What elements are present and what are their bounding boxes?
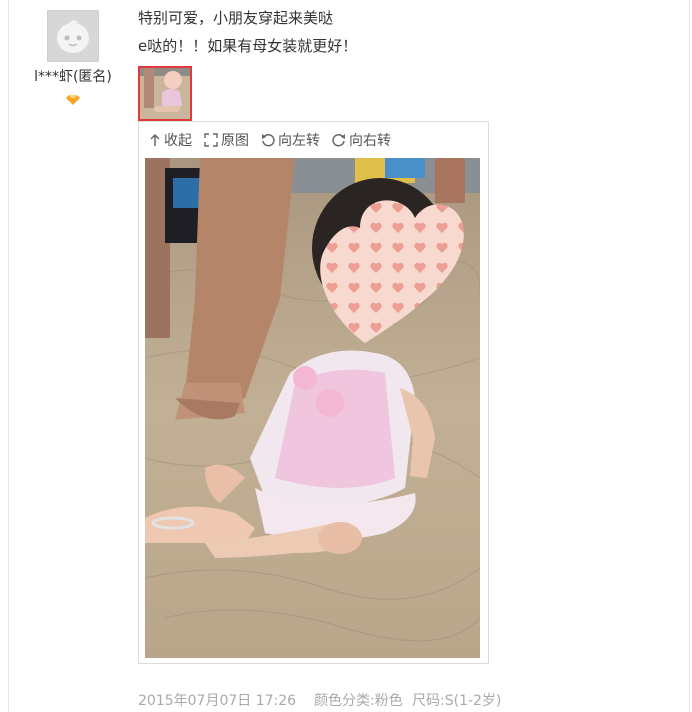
review-line-1: 特别可爱，小朋友穿起来美哒 — [138, 9, 334, 27]
original-image-label: 原图 — [221, 133, 249, 149]
original-image-button[interactable]: 原图 — [204, 130, 249, 150]
rotate-right-button[interactable]: 向右转 — [332, 130, 391, 150]
image-viewer: 收起 原图 向左转 向右转 — [138, 121, 489, 664]
frame-left-border — [8, 0, 9, 712]
expand-icon — [204, 133, 218, 147]
reviewer-name: l***虾(匿名) — [34, 69, 112, 85]
viewer-toolbar: 收起 原图 向左转 向右转 — [149, 130, 391, 150]
review-meta-size: 尺码:S(1-2岁) — [412, 690, 501, 710]
rotate-left-label: 向左转 — [278, 133, 320, 149]
collapse-label: 收起 — [164, 133, 192, 149]
review-line-2: e哒的！！如果有母女装就更好！ — [138, 37, 358, 55]
size-label: 尺码:S(1-2岁) — [412, 693, 502, 709]
color-category: 颜色分类:粉色 — [314, 693, 403, 709]
reviewer-info: l***虾(匿名) — [22, 10, 124, 105]
review-date: 2015年07月07日 17:26 — [138, 693, 297, 709]
review-meta: 2015年07月07日 17:26 颜色分类:粉色 — [138, 690, 403, 710]
collapse-button[interactable]: 收起 — [149, 130, 192, 150]
default-avatar-icon — [48, 11, 98, 61]
review-image-thumbnail[interactable] — [138, 66, 192, 121]
avatar[interactable] — [47, 10, 99, 62]
thumbnail-image — [140, 68, 190, 119]
rotate-left-button[interactable]: 向左转 — [261, 130, 320, 150]
arrow-up-icon — [150, 133, 160, 146]
review-content: 特别可爱，小朋友穿起来美哒 e哒的！！如果有母女装就更好！ — [138, 4, 357, 60]
beach-photo-illustration — [145, 158, 480, 658]
frame-right-border — [689, 0, 690, 712]
diamond-icon — [66, 90, 80, 105]
rotate-left-icon — [262, 134, 275, 147]
review-photo[interactable] — [145, 158, 480, 658]
rotate-right-icon — [332, 134, 345, 147]
rotate-right-label: 向右转 — [349, 133, 391, 149]
